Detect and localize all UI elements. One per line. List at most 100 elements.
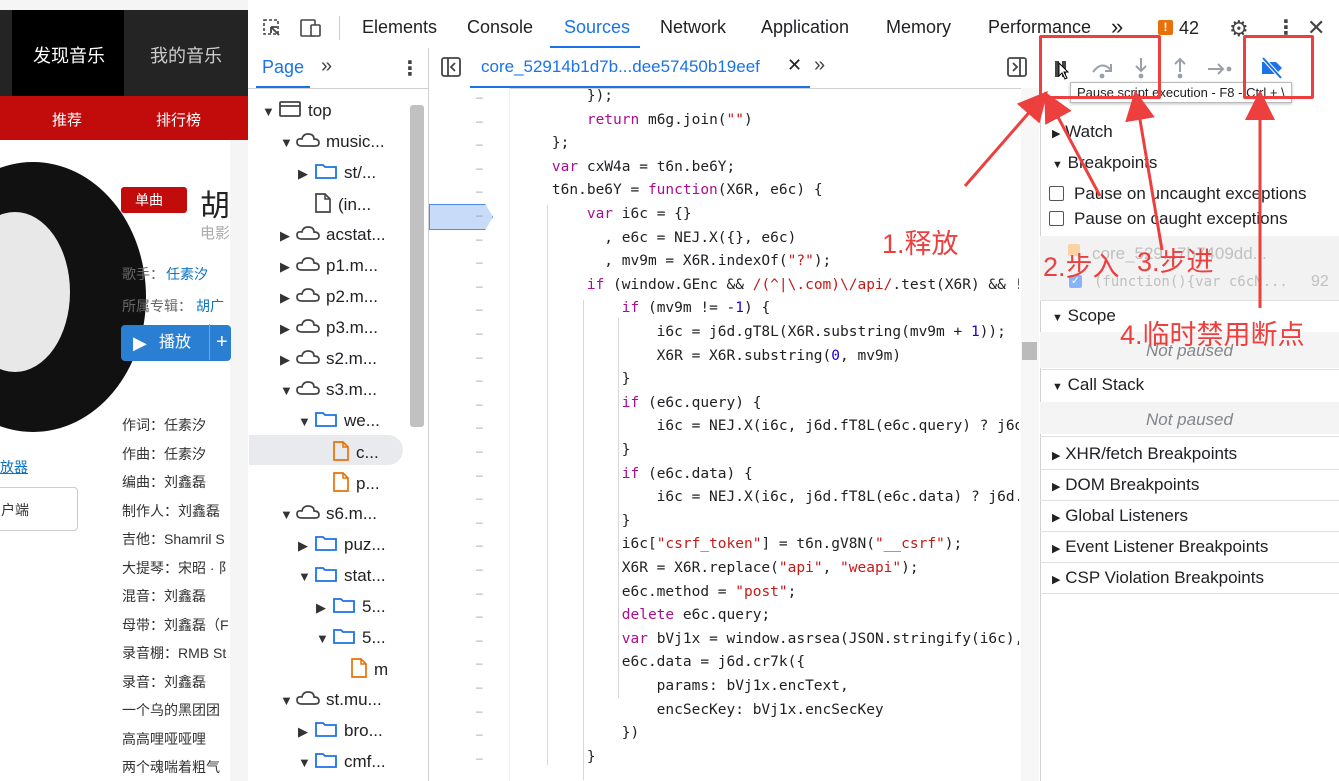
collapsed-arrow-icon[interactable]: ▶	[298, 538, 314, 554]
csp-violation-breakpoints-section[interactable]: ▶ CSP Violation Breakpoints	[1052, 568, 1264, 588]
line-gutter-mark[interactable]: –	[476, 397, 483, 411]
dom-breakpoints-section[interactable]: ▶ DOM Breakpoints	[1052, 475, 1199, 495]
tab-sources[interactable]: Sources	[564, 17, 630, 38]
tab-elements[interactable]: Elements	[362, 17, 437, 38]
tree-item[interactable]: ▶ st/...	[298, 162, 376, 185]
code-line[interactable]: })	[517, 725, 1019, 741]
line-gutter-mark[interactable]: –	[476, 609, 483, 623]
step-icon[interactable]	[1206, 58, 1234, 80]
editor-more-tabs-icon[interactable]: »	[814, 54, 825, 77]
tree-item[interactable]: m	[334, 658, 388, 683]
code-line[interactable]: i6c = NEJ.X(i6c, j6d.fT8L(e6c.query) ? j…	[517, 418, 1019, 434]
code-line[interactable]: e6c.method = "post";	[517, 584, 1019, 600]
line-gutter-mark[interactable]: –	[476, 515, 483, 529]
tree-item[interactable]: ▶ s2.m...	[280, 348, 377, 371]
album-link[interactable]: 胡广	[196, 296, 224, 316]
line-gutter-mark[interactable]: –	[476, 279, 483, 293]
expanded-arrow-icon[interactable]: ▼	[298, 569, 314, 584]
site-subnav-rank[interactable]: 排行榜	[156, 109, 201, 130]
breakpoint-marker[interactable]	[429, 204, 493, 230]
close-file-tab-icon[interactable]: ✕	[787, 55, 802, 76]
tree-item[interactable]: ▼ music...	[280, 131, 385, 154]
tree-item[interactable]: ▼ top	[262, 100, 332, 123]
code-line[interactable]: params: bVj1x.encText,	[517, 678, 1019, 694]
line-gutter-mark[interactable]: –	[476, 586, 483, 600]
tree-item[interactable]: ▶ 5...	[316, 596, 386, 619]
line-gutter-mark[interactable]: –	[476, 373, 483, 387]
line-gutter-mark[interactable]: –	[476, 114, 483, 128]
add-button[interactable]: +	[209, 324, 228, 360]
code-line[interactable]: return m6g.join("")	[517, 112, 1019, 128]
code-line[interactable]: if (window.GEnc && /(^|\.com)\/api/.test…	[517, 277, 1019, 293]
collapsed-arrow-icon[interactable]: ▶	[280, 228, 296, 244]
line-gutter-mark[interactable]: –	[476, 468, 483, 482]
code-line[interactable]: }	[517, 513, 1019, 529]
collapsed-arrow-icon[interactable]: ▶	[280, 290, 296, 306]
expanded-arrow-icon[interactable]: ▼	[262, 104, 278, 119]
code-line[interactable]: encSecKey: bVj1x.encSecKey	[517, 702, 1019, 718]
expanded-arrow-icon[interactable]: ▼	[298, 755, 314, 770]
line-gutter-mark[interactable]: –	[476, 562, 483, 576]
line-gutter-mark[interactable]: –	[476, 302, 483, 316]
code-line[interactable]: i6c["csrf_token"] = t6n.gV8N("__csrf");	[517, 536, 1019, 552]
navigator-tab-page[interactable]: Page	[262, 57, 304, 78]
inspect-icon[interactable]	[262, 18, 282, 38]
line-gutter-mark[interactable]: –	[476, 350, 483, 364]
code-line[interactable]: X6R = X6R.substring(0, mv9m)	[517, 348, 1019, 364]
site-nav-mine[interactable]: 我的音乐	[150, 42, 222, 68]
code-line[interactable]: i6c = NEJ.X(i6c, j6d.fT8L(e6c.data) ? j6…	[517, 489, 1019, 505]
line-gutter-mark[interactable]: –	[476, 184, 483, 198]
global-listeners-section[interactable]: ▶ Global Listeners	[1052, 506, 1188, 526]
site-subnav-recommend[interactable]: 推荐	[52, 109, 82, 130]
collapsed-arrow-icon[interactable]: ▶	[280, 321, 296, 337]
code-line[interactable]: }	[517, 371, 1019, 387]
client-button[interactable]: 户端	[0, 487, 78, 531]
navigator-scrollbar[interactable]	[410, 105, 424, 427]
code-line[interactable]: };	[517, 135, 1019, 151]
line-gutter-mark[interactable]: –	[476, 161, 483, 175]
line-gutter-mark[interactable]: –	[476, 208, 483, 222]
line-gutter-mark[interactable]: –	[476, 680, 483, 694]
event-listener-breakpoints-section[interactable]: ▶ Event Listener Breakpoints	[1052, 537, 1268, 557]
code-line[interactable]: });	[517, 88, 1019, 104]
code-line[interactable]: }	[517, 442, 1019, 458]
expanded-arrow-icon[interactable]: ▼	[280, 383, 296, 398]
line-gutter-mark[interactable]: –	[476, 633, 483, 647]
tree-item[interactable]: ▶ p2.m...	[280, 286, 378, 309]
code-line[interactable]: X6R = X6R.replace("api", "weapi");	[517, 560, 1019, 576]
code-line[interactable]: , e6c = NEJ.X({}, e6c)	[517, 230, 1019, 246]
code-line[interactable]: t6n.be6Y = function(X6R, e6c) {	[517, 182, 1019, 198]
tab-console[interactable]: Console	[467, 17, 533, 38]
line-gutter-mark[interactable]: –	[476, 444, 483, 458]
line-gutter-mark[interactable]: –	[476, 538, 483, 552]
toggle-debugger-icon[interactable]	[1006, 56, 1028, 78]
tree-item[interactable]: ▼ cmf...	[298, 751, 386, 774]
tab-network[interactable]: Network	[660, 17, 726, 38]
expanded-arrow-icon[interactable]: ▼	[316, 631, 332, 646]
tree-item[interactable]: ▶ acstat...	[280, 224, 386, 247]
play-button[interactable]: ▶ 播放 +	[121, 324, 231, 361]
tree-item[interactable]: ▼ s6.m...	[280, 503, 377, 526]
device-toolbar-icon[interactable]	[299, 18, 323, 38]
collapsed-arrow-icon[interactable]: ▶	[298, 166, 314, 182]
code-line[interactable]: if (e6c.query) {	[517, 395, 1019, 411]
tree-item[interactable]: ▶ bro...	[298, 720, 383, 743]
collapsed-arrow-icon[interactable]: ▶	[280, 259, 296, 275]
code-line[interactable]: if (mv9m != -1) {	[517, 300, 1019, 316]
code-line[interactable]: e6c.data = j6d.cr7k({	[517, 654, 1019, 670]
line-gutter-mark[interactable]: –	[476, 420, 483, 434]
code-line[interactable]: , mv9m = X6R.indexOf("?");	[517, 253, 1019, 269]
navigator-menu-icon[interactable]: ⋮	[400, 56, 420, 81]
player-link[interactable]: 放器	[0, 457, 28, 477]
tree-item[interactable]: ▼ st.mu...	[280, 689, 382, 712]
collapsed-arrow-icon[interactable]: ▶	[280, 352, 296, 368]
step-out-icon[interactable]	[1170, 56, 1190, 80]
issues-icon[interactable]: !	[1158, 20, 1173, 35]
line-gutter-mark[interactable]: –	[476, 656, 483, 670]
code-line[interactable]: var cxW4a = t6n.be6Y;	[517, 159, 1019, 175]
line-gutter-mark[interactable]: –	[476, 255, 483, 269]
line-gutter-mark[interactable]: –	[476, 137, 483, 151]
tree-item[interactable]: (in...	[298, 193, 371, 218]
line-gutter-mark[interactable]: –	[476, 727, 483, 741]
singer-link[interactable]: 任素汐	[166, 264, 208, 284]
